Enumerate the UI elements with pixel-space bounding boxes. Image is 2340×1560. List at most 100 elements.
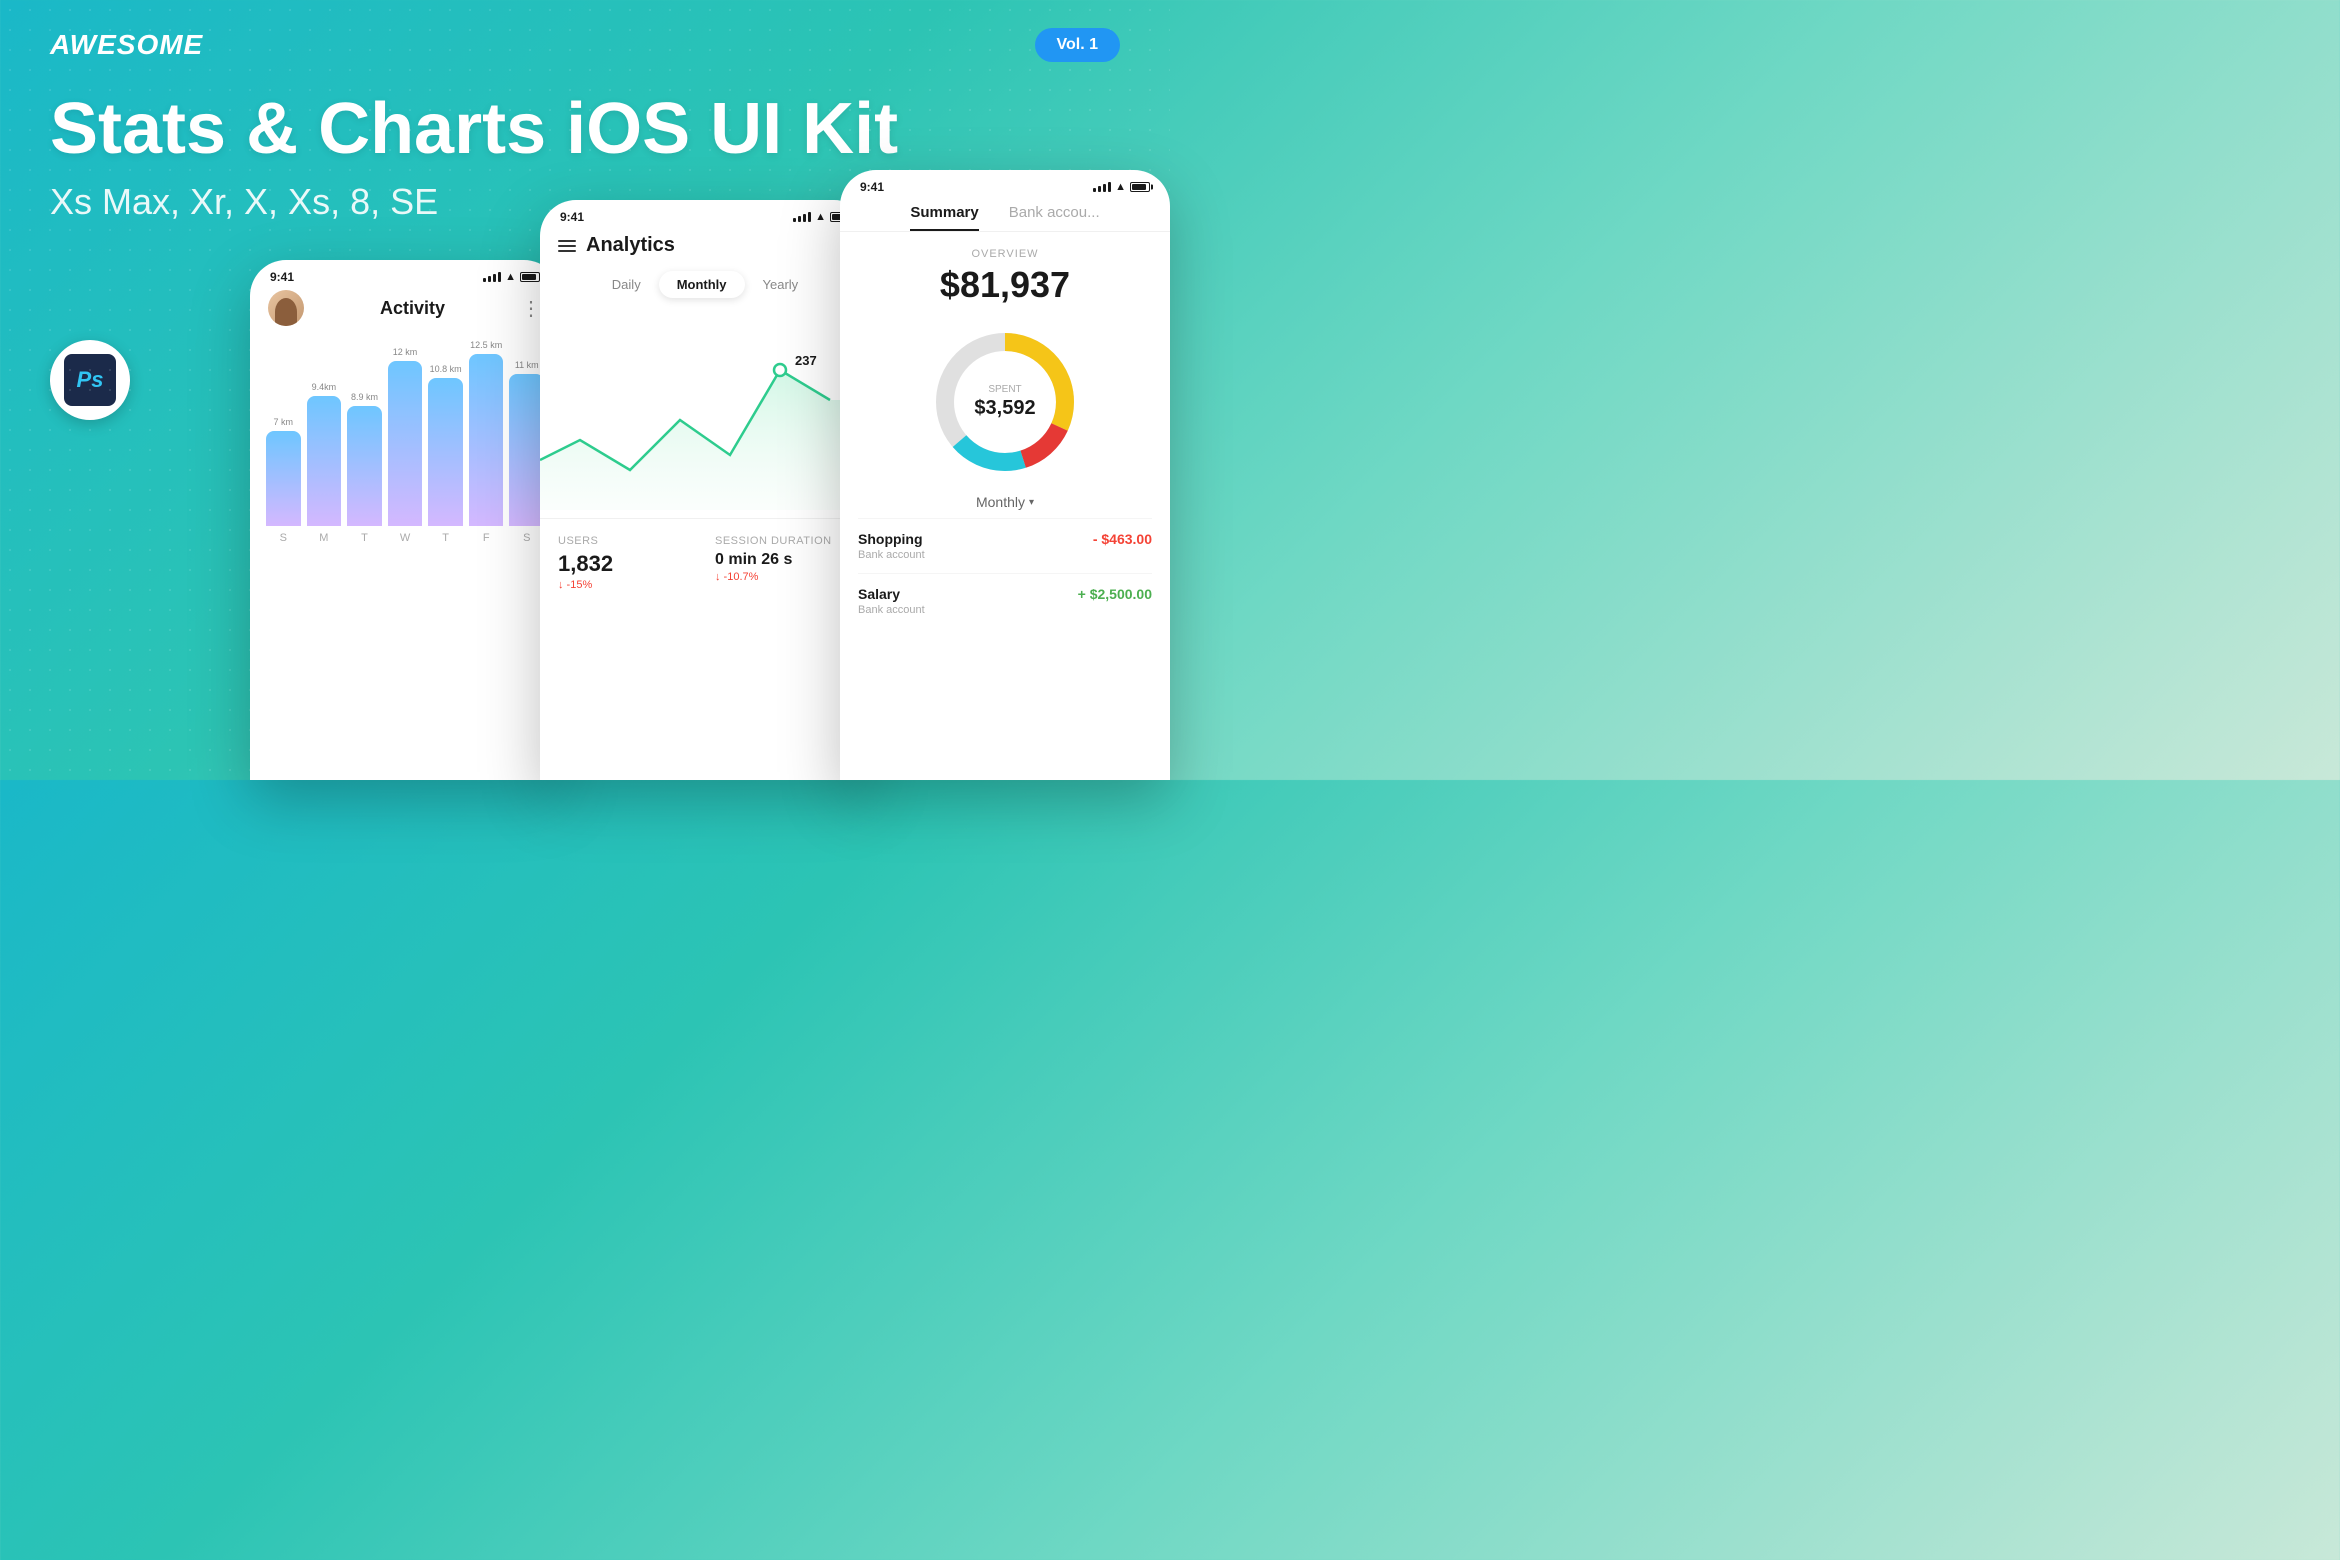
stat-users-value: 1,832 bbox=[558, 551, 695, 577]
bar-label-bottom: S bbox=[523, 532, 530, 544]
phone-activity: 9:41 ▲ Activity ⋮ bbox=[250, 260, 560, 780]
bar-label-bottom: M bbox=[319, 532, 328, 544]
donut-spent-amount: $3,592 bbox=[974, 397, 1035, 420]
status-time-2: 9:41 bbox=[560, 210, 584, 224]
monthly-filter[interactable]: Monthly ▾ bbox=[840, 490, 1170, 518]
status-time-1: 9:41 bbox=[270, 270, 294, 284]
donut-center: SPENT $3,592 bbox=[974, 384, 1035, 420]
wifi-icon-1: ▲ bbox=[505, 271, 516, 283]
period-yearly[interactable]: Yearly bbox=[745, 271, 817, 298]
line-chart-svg: 237 bbox=[540, 310, 870, 510]
wifi-icon-2: ▲ bbox=[815, 211, 826, 223]
transaction-shopping-amount: - $463.00 bbox=[1093, 531, 1152, 547]
transaction-shopping-sub: Bank account bbox=[858, 549, 925, 561]
chart-active-point bbox=[774, 364, 786, 376]
ps-badge: Ps bbox=[50, 340, 130, 420]
battery-icon-3 bbox=[1130, 182, 1150, 192]
tab-summary[interactable]: Summary bbox=[910, 204, 978, 231]
overview-label: OVERVIEW bbox=[858, 248, 1152, 260]
status-bar-2: 9:41 ▲ bbox=[540, 200, 870, 230]
bar-chart: 7 kmS9.4kmM8.9 kmT12 kmW10.8 kmT12.5 kmF… bbox=[250, 344, 560, 544]
bar-group: 10.8 km T bbox=[428, 364, 463, 544]
bar bbox=[469, 354, 504, 526]
top-bar: AWESOME Vol. 1 bbox=[50, 28, 1120, 62]
signal-icon-1 bbox=[483, 272, 501, 282]
period-monthly[interactable]: Monthly bbox=[659, 271, 745, 298]
phone-analytics: 9:41 ▲ Analytics bbox=[540, 200, 870, 780]
bar-label-top: 11 km bbox=[515, 360, 539, 370]
stat-users-label: Users bbox=[558, 535, 695, 547]
bar bbox=[347, 406, 382, 526]
status-bar-1: 9:41 ▲ bbox=[250, 260, 560, 290]
transaction-shopping: Shopping Bank account - $463.00 bbox=[858, 518, 1152, 573]
bar-label-bottom: T bbox=[361, 532, 368, 544]
bar-label-bottom: T bbox=[442, 532, 449, 544]
phone1-header: Activity ⋮ bbox=[250, 290, 560, 336]
phone2-header: Analytics bbox=[540, 230, 870, 267]
fade-bottom-1 bbox=[250, 720, 560, 780]
overview-section: OVERVIEW $81,937 bbox=[840, 232, 1170, 314]
donut-container: SPENT $3,592 bbox=[840, 314, 1170, 490]
monthly-label: Monthly bbox=[976, 494, 1025, 510]
bar bbox=[388, 361, 423, 526]
stat-session: Session duration 0 min 26 s ↓ -10.7% bbox=[715, 535, 852, 591]
vol-badge: Vol. 1 bbox=[1035, 28, 1121, 62]
period-daily[interactable]: Daily bbox=[594, 271, 659, 298]
stat-users-change: ↓ -15% bbox=[558, 579, 695, 591]
chevron-down-icon: ▾ bbox=[1029, 497, 1034, 508]
battery-icon-1 bbox=[520, 272, 540, 282]
stat-users: Users 1,832 ↓ -15% bbox=[558, 535, 695, 591]
status-icons-1: ▲ bbox=[483, 271, 540, 283]
bars-container: 7 kmS9.4kmM8.9 kmT12 kmW10.8 kmT12.5 kmF… bbox=[262, 344, 548, 544]
bar-group: 11 km S bbox=[509, 360, 544, 544]
stat-session-value: 0 min 26 s bbox=[715, 551, 852, 569]
phone2-title: Analytics bbox=[586, 234, 675, 257]
transaction-list: Shopping Bank account - $463.00 Salary B… bbox=[840, 518, 1170, 628]
chart-value-label: 237 bbox=[795, 353, 817, 368]
bar bbox=[509, 374, 544, 526]
hamburger-icon[interactable] bbox=[558, 240, 576, 252]
chart-area-fill bbox=[540, 370, 870, 510]
stat-session-change: ↓ -10.7% bbox=[715, 571, 852, 583]
bar-label-bottom: S bbox=[280, 532, 287, 544]
more-dots[interactable]: ⋮ bbox=[521, 296, 542, 321]
transaction-shopping-name: Shopping bbox=[858, 531, 925, 547]
transaction-salary: Salary Bank account + $2,500.00 bbox=[858, 573, 1152, 628]
signal-icon-2 bbox=[793, 212, 811, 222]
transaction-salary-info: Salary Bank account bbox=[858, 586, 925, 616]
bar bbox=[266, 431, 301, 526]
bar-label-bottom: F bbox=[483, 532, 490, 544]
bar-group: 7 km S bbox=[266, 417, 301, 544]
bar-label-bottom: W bbox=[400, 532, 410, 544]
phones-container: 9:41 ▲ Activity ⋮ bbox=[250, 170, 1170, 780]
bar-group: 8.9 km T bbox=[347, 392, 382, 544]
wifi-icon-3: ▲ bbox=[1115, 181, 1126, 193]
fade-bottom-3 bbox=[840, 720, 1170, 780]
overview-amount: $81,937 bbox=[858, 264, 1152, 306]
bar bbox=[307, 396, 342, 526]
fade-bottom-2 bbox=[540, 720, 870, 780]
status-icons-3: ▲ bbox=[1093, 181, 1150, 193]
bar-label-top: 7 km bbox=[274, 417, 294, 427]
line-chart-area: 237 bbox=[540, 310, 870, 510]
period-toggle: Daily Monthly Yearly bbox=[540, 267, 870, 310]
avatar bbox=[268, 290, 304, 326]
phone3-tabs: Summary Bank accou... bbox=[840, 200, 1170, 232]
main-title: Stats & Charts iOS UI Kit bbox=[50, 90, 898, 169]
transaction-shopping-info: Shopping Bank account bbox=[858, 531, 925, 561]
bar-label-top: 8.9 km bbox=[351, 392, 378, 402]
stats-row: Users 1,832 ↓ -15% Session duration 0 mi… bbox=[540, 518, 870, 607]
tab-bank[interactable]: Bank accou... bbox=[1009, 204, 1100, 231]
signal-icon-3 bbox=[1093, 182, 1111, 192]
donut-spent-label: SPENT bbox=[974, 384, 1035, 395]
bar-group: 9.4km M bbox=[307, 382, 342, 544]
bar-label-top: 10.8 km bbox=[430, 364, 462, 374]
transaction-salary-name: Salary bbox=[858, 586, 925, 602]
stat-session-label: Session duration bbox=[715, 535, 852, 547]
bar-label-top: 12 km bbox=[393, 347, 418, 357]
bar-label-top: 9.4km bbox=[312, 382, 337, 392]
status-time-3: 9:41 bbox=[860, 180, 884, 194]
brand-logo: AWESOME bbox=[50, 29, 203, 61]
status-bar-3: 9:41 ▲ bbox=[840, 170, 1170, 200]
transaction-salary-sub: Bank account bbox=[858, 604, 925, 616]
